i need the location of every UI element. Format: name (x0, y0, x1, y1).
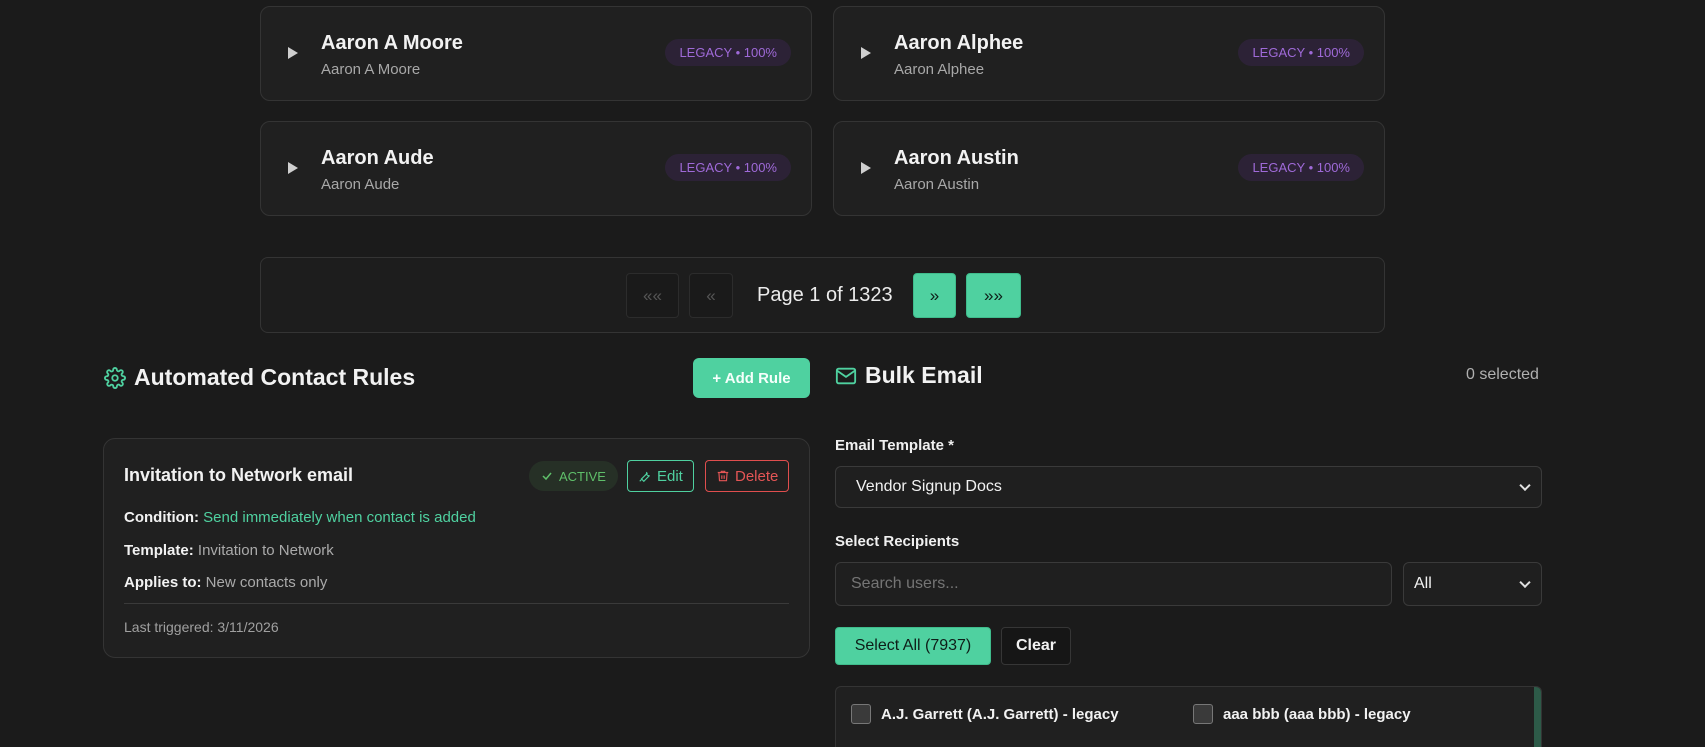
rule-card: Invitation to Network email ACTIVE Edit … (103, 438, 810, 658)
rules-title-text: Automated Contact Rules (134, 364, 416, 390)
play-icon[interactable] (861, 47, 871, 59)
pagination: «« « Page 1 of 1323 » »» (260, 257, 1385, 333)
recipient-item[interactable]: aaa bbb (aaa bbb) - legacy (1193, 704, 1411, 724)
contact-name: Aaron Aude (321, 147, 434, 169)
chevron-down-icon (1519, 576, 1531, 589)
divider (124, 603, 789, 604)
contact-name: Aaron Alphee (894, 32, 1024, 54)
contact-name: Aaron A Moore (321, 32, 463, 54)
condition-label: Condition: (124, 509, 199, 526)
rules-section-title: Automated Contact Rules (104, 364, 415, 391)
clear-button[interactable]: Clear (1001, 627, 1071, 665)
template-select-value: Vendor Signup Docs (856, 478, 1002, 495)
rule-template: Template: Invitation to Network (124, 542, 334, 559)
contact-subname: Aaron A Moore (321, 61, 421, 78)
contact-card[interactable]: Aaron Aude Aaron Aude LEGACY • 100% (260, 121, 812, 216)
play-icon[interactable] (861, 162, 871, 174)
play-icon[interactable] (288, 47, 298, 59)
recipient-item[interactable]: A.J. Garrett (A.J. Garrett) - legacy (851, 704, 1119, 724)
rule-name: Invitation to Network email (124, 465, 354, 485)
contact-subname: Aaron Aude (321, 176, 400, 193)
recipient-label: A.J. Garrett (A.J. Garrett) - legacy (881, 705, 1119, 723)
selected-count: 0 selected (1466, 366, 1539, 383)
template-value: Invitation to Network (197, 542, 334, 559)
recipients-field-label: Select Recipients (835, 533, 960, 550)
first-page-button[interactable]: «« (626, 273, 679, 318)
check-icon (542, 472, 552, 481)
contact-name: Aaron Austin (894, 147, 1019, 169)
applies-label: Applies to: (124, 574, 202, 591)
chevron-down-icon (1519, 479, 1531, 492)
page-indicator: Page 1 of 1323 (757, 284, 893, 306)
scrollbar[interactable] (1534, 687, 1541, 747)
template-label: Template: (124, 542, 194, 559)
status-badge: LEGACY • 100% (1238, 39, 1364, 66)
select-all-button[interactable]: Select All (7937) (835, 627, 991, 665)
add-rule-button[interactable]: + Add Rule (693, 358, 810, 398)
last-triggered: Last triggered: 3/11/2026 (124, 619, 279, 635)
applies-value: New contacts only (205, 574, 328, 591)
delete-rule-button[interactable]: Delete (705, 460, 790, 492)
search-input[interactable] (835, 562, 1392, 606)
recipient-checkbox[interactable] (851, 704, 871, 724)
filter-select[interactable]: All (1403, 562, 1542, 606)
rule-applies: Applies to: New contacts only (124, 574, 327, 591)
contact-subname: Aaron Alphee (894, 61, 985, 78)
edit-label: Edit (657, 467, 683, 485)
status-badge: LEGACY • 100% (1238, 154, 1364, 181)
contact-card[interactable]: Aaron Alphee Aaron Alphee LEGACY • 100% (833, 6, 1385, 101)
template-select[interactable]: Vendor Signup Docs (835, 466, 1542, 508)
contact-card[interactable]: Aaron Austin Aaron Austin LEGACY • 100% (833, 121, 1385, 216)
rule-condition: Condition: Send immediately when contact… (124, 509, 476, 526)
status-badge: LEGACY • 100% (665, 39, 791, 66)
status-badge: LEGACY • 100% (665, 154, 791, 181)
delete-label: Delete (735, 467, 779, 485)
bulk-title-text: Bulk Email (865, 362, 983, 388)
next-page-button[interactable]: » (913, 273, 956, 318)
edit-rule-button[interactable]: Edit (627, 460, 694, 492)
active-badge: ACTIVE (529, 461, 618, 491)
gear-icon (104, 366, 126, 389)
recipients-list: A.J. Garrett (A.J. Garrett) - legacy aaa… (835, 686, 1542, 747)
trash-icon (717, 470, 729, 482)
contact-card[interactable]: Aaron A Moore Aaron A Moore LEGACY • 100… (260, 6, 812, 101)
filter-select-value: All (1414, 575, 1432, 592)
bulk-section-title: Bulk Email (835, 362, 983, 389)
condition-value: Send immediately when contact is added (203, 509, 476, 526)
template-field-label: Email Template * (835, 437, 954, 454)
last-page-button[interactable]: »» (966, 273, 1021, 318)
recipient-label: aaa bbb (aaa bbb) - legacy (1223, 705, 1411, 723)
play-icon[interactable] (288, 162, 298, 174)
wrench-icon (639, 471, 650, 483)
mail-icon (835, 367, 857, 384)
recipient-checkbox[interactable] (1193, 704, 1213, 724)
active-badge-label: ACTIVE (559, 468, 606, 484)
prev-page-button[interactable]: « (689, 273, 733, 318)
contact-subname: Aaron Austin (894, 176, 980, 193)
